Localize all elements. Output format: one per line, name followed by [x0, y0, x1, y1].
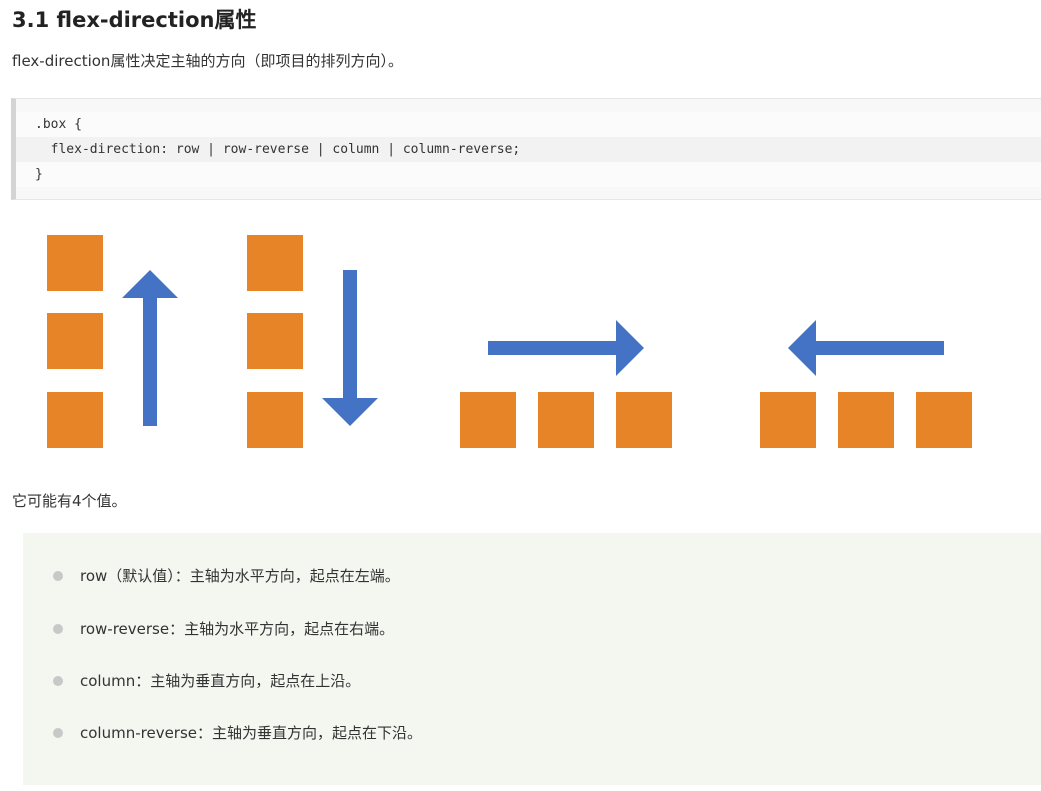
flex-item-box — [247, 313, 303, 369]
panel-row-reverse — [760, 320, 972, 448]
flex-item-box — [760, 392, 816, 448]
list-item: row（默认值）：主轴为水平方向，起点在左端。 — [23, 565, 1023, 589]
list-item-text: row-reverse：主轴为水平方向，起点在右端。 — [80, 620, 395, 638]
flex-item-box — [47, 313, 103, 369]
panel-column-reverse — [47, 235, 178, 448]
code-line-1: .box { — [16, 112, 1041, 137]
bullet-icon — [53, 624, 63, 634]
flex-item-box — [247, 235, 303, 291]
flex-item-box — [247, 392, 303, 448]
flex-item-box — [47, 235, 103, 291]
flex-item-box — [538, 392, 594, 448]
arrow-down-icon — [322, 270, 378, 426]
list-item-text: row（默认值）：主轴为水平方向，起点在左端。 — [80, 567, 400, 585]
code-line-2: flex-direction: row | row-reverse | colu… — [16, 137, 1041, 162]
flex-direction-diagram — [47, 235, 972, 448]
list-item-text: column-reverse：主轴为垂直方向，起点在下沿。 — [80, 724, 423, 742]
values-intro: 它可能有4个值。 — [12, 492, 127, 510]
bullet-icon — [53, 728, 63, 738]
list-item: column：主轴为垂直方向，起点在上沿。 — [23, 670, 1023, 694]
flex-item-box — [460, 392, 516, 448]
arrow-up-icon — [122, 270, 178, 426]
list-item-text: column：主轴为垂直方向，起点在上沿。 — [80, 672, 361, 690]
bullet-icon — [53, 571, 63, 581]
intro-paragraph: flex-direction属性决定主轴的方向（即项目的排列方向）。 — [12, 52, 403, 70]
flex-item-box — [616, 392, 672, 448]
values-list-box: row（默认值）：主轴为水平方向，起点在左端。 row-reverse：主轴为水… — [23, 533, 1041, 785]
code-line-3: } — [16, 162, 1041, 187]
arrow-left-icon — [788, 320, 944, 376]
list-item: column-reverse：主轴为垂直方向，起点在下沿。 — [23, 722, 1023, 746]
bullet-icon — [53, 676, 63, 686]
arrow-right-icon — [488, 320, 644, 376]
flex-item-box — [838, 392, 894, 448]
section-heading: 3.1 flex-direction属性 — [12, 8, 257, 32]
panel-row — [460, 320, 672, 448]
list-item: row-reverse：主轴为水平方向，起点在右端。 — [23, 618, 1023, 642]
code-block: .box { flex-direction: row | row-reverse… — [11, 98, 1041, 200]
panel-column — [247, 235, 378, 448]
flex-item-box — [916, 392, 972, 448]
flex-item-box — [47, 392, 103, 448]
